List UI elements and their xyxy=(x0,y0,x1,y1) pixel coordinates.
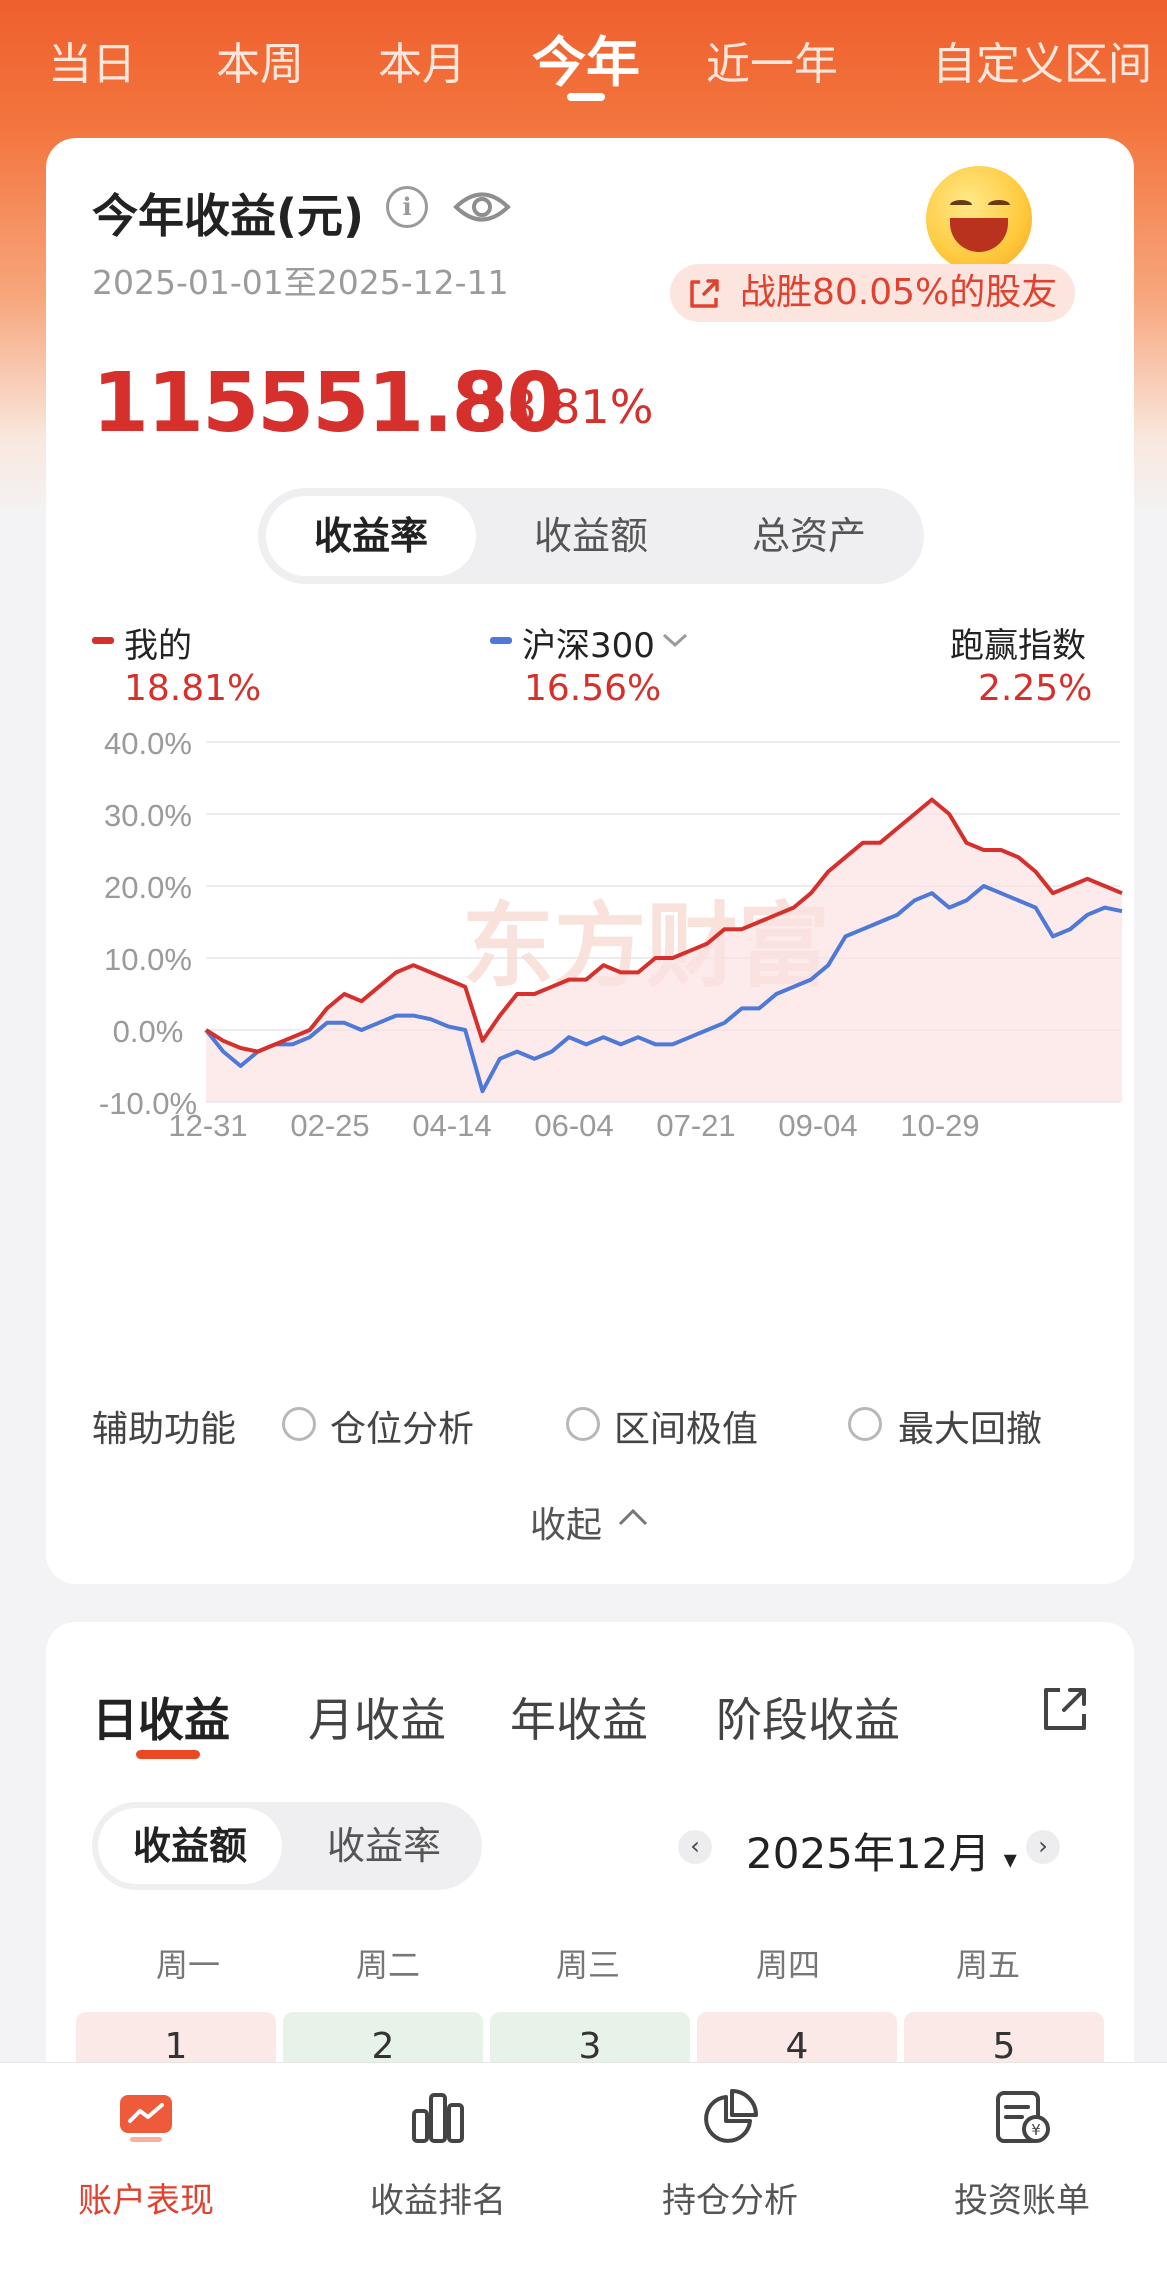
returns-mode-toggle: 收益额 收益率 xyxy=(92,1802,482,1890)
collapse-label: 收起 xyxy=(530,1505,603,1546)
weekday-thu: 周四 xyxy=(756,1946,821,1984)
share-icon[interactable] xyxy=(1038,1682,1092,1736)
bill-icon: ¥ xyxy=(996,2091,1050,2143)
legend-excess-value: 2.25% xyxy=(978,668,1093,709)
pie-chart-icon xyxy=(704,2089,758,2143)
metric-tab-total-assets[interactable]: 总资产 xyxy=(704,496,914,576)
weekday-wed: 周三 xyxy=(556,1946,621,1984)
option-position-analysis[interactable]: 仓位分析 xyxy=(330,1400,474,1452)
legend-mine-swatch xyxy=(92,637,114,644)
next-month-button[interactable]: › xyxy=(1026,1830,1060,1864)
nav-return-ranking[interactable]: 收益排名 xyxy=(292,2063,584,2287)
tab-daily-returns[interactable]: 日收益 xyxy=(92,1684,230,1750)
legend-mine-value: 18.81% xyxy=(124,668,262,709)
return-line-chart[interactable]: 40.0%30.0%20.0%10.0%0.0%-10.0%12-31 02-25… xyxy=(86,728,1126,1138)
metric-tab-return-rate[interactable]: 收益率 xyxy=(266,496,476,576)
weekday-mon: 周一 xyxy=(156,1946,221,1984)
period-tabs: 当日 本周 本月 今年 近一年 自定义区间 xyxy=(0,0,1167,120)
nav-label: 账户表现 xyxy=(78,2181,214,2221)
eye-icon[interactable] xyxy=(452,182,512,232)
prev-month-button[interactable]: ‹ xyxy=(678,1830,712,1864)
y-tick-label: 10.0% xyxy=(104,942,192,977)
weekday-fri: 周五 xyxy=(956,1946,1021,1984)
chevron-down-icon[interactable] xyxy=(660,630,690,650)
share-icon xyxy=(690,279,719,308)
y-tick-label: 0.0% xyxy=(113,1014,184,1049)
nav-label: 投资账单 xyxy=(954,2181,1090,2221)
smile-emoji-icon xyxy=(926,166,1032,272)
metric-segmented-control: 收益率 收益额 总资产 xyxy=(258,488,924,584)
nav-label: 收益排名 xyxy=(370,2181,506,2221)
tab-last-year[interactable]: 近一年 xyxy=(706,28,838,92)
mode-rate[interactable]: 收益率 xyxy=(292,1808,476,1884)
y-tick-label: 30.0% xyxy=(104,798,192,833)
info-icon[interactable]: i xyxy=(386,186,428,228)
bottom-navigation: 账户表现 收益排名 持仓分析 ¥ 投资账单 xyxy=(0,2062,1167,2287)
mode-amount[interactable]: 收益额 xyxy=(98,1808,282,1884)
legend-excess-label: 跑赢指数 xyxy=(950,626,1086,666)
x-tick-label: 02-25 xyxy=(290,1108,369,1138)
legend-mine-label: 我的 xyxy=(124,626,192,666)
performance-card: 今年收益(元) i 2025-01-01至2025-12-11 战胜80.05%… xyxy=(46,138,1134,1584)
radio-position-analysis[interactable] xyxy=(282,1407,316,1441)
month-label: 2025年12月 xyxy=(746,1829,991,1878)
tab-yearly-returns[interactable]: 年收益 xyxy=(510,1684,648,1750)
tab-month[interactable]: 本月 xyxy=(378,28,466,92)
x-tick-label: 09-04 xyxy=(778,1108,857,1138)
bar-chart-icon xyxy=(412,2093,464,2143)
radio-range-extremes[interactable] xyxy=(566,1407,600,1441)
tab-active-indicator xyxy=(567,93,605,101)
x-tick-label: 07-21 xyxy=(656,1108,735,1138)
tab-year[interactable]: 今年 xyxy=(532,18,640,97)
aux-functions-label: 辅助功能 xyxy=(92,1409,237,1450)
total-return-percent: 18.81% xyxy=(478,380,654,434)
legend-index-value: 16.56% xyxy=(524,668,662,709)
chevron-up-icon[interactable] xyxy=(616,1506,650,1528)
x-tick-label: 10-29 xyxy=(900,1108,979,1138)
option-range-extremes[interactable]: 区间极值 xyxy=(614,1400,758,1452)
nav-holdings-analysis[interactable]: 持仓分析 xyxy=(584,2063,876,2287)
chart-trend-icon xyxy=(120,2095,172,2142)
caret-down-icon: ▾ xyxy=(1003,1845,1017,1875)
x-tick-label: 04-14 xyxy=(412,1108,491,1138)
x-tick-label: 06-04 xyxy=(534,1108,613,1138)
month-selector[interactable]: 2025年12月 ▾ xyxy=(746,1820,1017,1881)
weekday-tue: 周二 xyxy=(356,1946,421,1984)
emoji-eye xyxy=(950,200,972,210)
date-range: 2025-01-01至2025-12-11 xyxy=(92,263,509,302)
tab-today[interactable]: 当日 xyxy=(48,28,136,92)
nav-account-performance[interactable]: 账户表现 xyxy=(0,2063,292,2287)
emoji-eye xyxy=(988,200,1010,210)
tab-week[interactable]: 本周 xyxy=(216,28,304,92)
x-tick-label: 12-31 xyxy=(168,1108,247,1138)
tab-custom-range[interactable]: 自定义区间 xyxy=(932,28,1152,92)
summary-title: 今年收益(元) xyxy=(92,189,365,243)
tab-monthly-returns[interactable]: 月收益 xyxy=(308,1684,446,1750)
emoji-mouth xyxy=(950,218,1008,252)
svg-text:¥: ¥ xyxy=(1031,2121,1041,2139)
y-tick-label: 20.0% xyxy=(104,870,192,905)
beat-percentile-badge[interactable]: 战胜80.05%的股友 xyxy=(670,264,1076,322)
y-tick-label: 40.0% xyxy=(104,728,192,761)
radio-max-drawdown[interactable] xyxy=(848,1407,882,1441)
returns-tab-indicator xyxy=(136,1750,200,1759)
nav-label: 持仓分析 xyxy=(662,2181,798,2221)
tab-period-returns[interactable]: 阶段收益 xyxy=(716,1684,900,1750)
legend-index-label[interactable]: 沪深300 xyxy=(522,618,655,667)
legend-index-swatch xyxy=(490,637,512,644)
option-max-drawdown[interactable]: 最大回撤 xyxy=(898,1400,1042,1452)
collapse-button[interactable]: 收起 xyxy=(530,1496,602,1548)
metric-tab-return-amount[interactable]: 收益额 xyxy=(486,496,696,576)
nav-investment-bill[interactable]: ¥ 投资账单 xyxy=(876,2063,1167,2287)
